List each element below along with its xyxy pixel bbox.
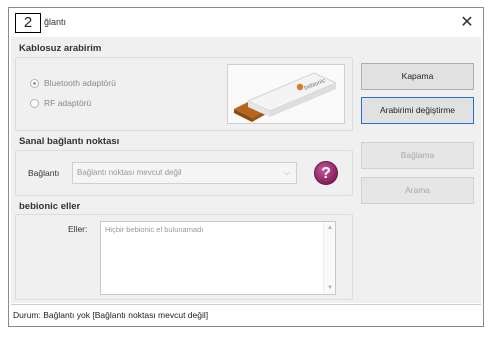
hands-panel: Eller: Hiçbir bebionic el bulunamadı ▲ ▼ [15,214,353,300]
wireless-heading: Kablosuz arabirim [19,43,102,54]
hands-list-scrollbar[interactable]: ▲ ▼ [323,222,335,294]
port-label: Bağlantı [28,168,60,178]
title-bar: 2 ğlantı ✕ [9,8,483,36]
port-select-value: Bağlantı noktası mevcut değil [77,168,182,177]
scroll-down-icon[interactable]: ▼ [327,285,333,291]
hands-list[interactable]: Hiçbir bebionic el bulunamadı ▲ ▼ [100,221,336,295]
hands-list-text: Hiçbir bebionic el bulunamadı [105,225,204,234]
dialog-window: 2 ğlantı ✕ Kablosuz arabirim Bluetooth a… [8,7,484,327]
hands-label: Eller: [68,224,88,234]
change-interface-button[interactable]: Arabirimi değiştirme [361,97,474,124]
virtual-port-heading: Sanal bağlantı noktası [19,136,120,147]
step-badge: 2 [15,13,41,33]
hands-heading: bebionic eller [19,201,81,212]
radio-bluetooth-indicator[interactable] [30,78,39,88]
dialog-content: Kablosuz arabirim Bluetooth adaptörü RF … [11,37,481,303]
radio-bluetooth-label: Bluetooth adaptörü [44,78,116,88]
radio-rf-indicator[interactable] [30,98,39,108]
connect-button[interactable]: Bağlama [361,142,474,169]
window-title: ğlantı [44,17,67,27]
radio-rf-label: RF adaptörü [44,98,92,108]
close-button[interactable]: Kapama [361,63,474,90]
chevron-down-icon: ⌵ [283,168,290,177]
port-select[interactable]: Bağlantı noktası mevcut değil ⌵ [72,162,297,184]
status-bar: Durum: Bağlantı yok [Bağlantı noktası me… [11,304,481,326]
usb-dongle-icon: bebionic [234,72,337,122]
close-icon[interactable]: ✕ [457,13,477,33]
search-button[interactable]: Arama [361,177,474,204]
scroll-up-icon[interactable]: ▲ [327,225,333,231]
radio-bluetooth[interactable]: Bluetooth adaptörü [30,78,116,88]
usb-adapter-image: bebionic [227,64,345,124]
virtual-port-panel: Bağlantı Bağlantı noktası mevcut değil ⌵… [15,150,353,196]
radio-rf[interactable]: RF adaptörü [30,98,91,108]
help-icon[interactable]: ? [314,161,338,185]
